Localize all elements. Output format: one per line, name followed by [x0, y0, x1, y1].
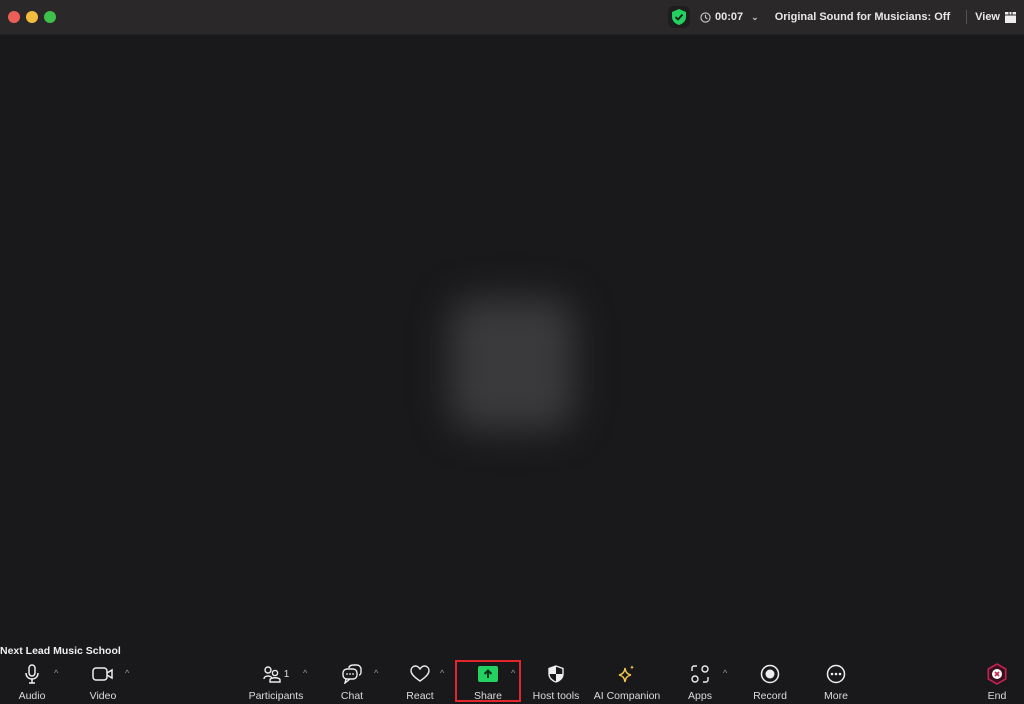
audio-label: Audio [18, 690, 46, 702]
video-options-caret[interactable]: ^ [125, 668, 129, 678]
meeting-info-bar: 00:07 ⌄ Original Sound for Musicians: Of… [668, 4, 1016, 30]
timer-text: 00:07 [715, 11, 744, 23]
meeting-name: Next Lead Music School [0, 645, 121, 657]
host-tools-button[interactable]: Host tools [530, 658, 582, 704]
apps-options-caret[interactable]: ^ [723, 668, 727, 678]
react-button[interactable]: React [402, 658, 438, 704]
meeting-timer[interactable]: 00:07 ⌄ [700, 11, 759, 23]
more-label: More [824, 690, 848, 702]
record-icon [760, 664, 780, 684]
ai-companion-button[interactable]: AI Companion [594, 658, 660, 704]
host-tools-label: Host tools [532, 690, 580, 702]
share-highlight-box [455, 660, 521, 702]
original-sound-toggle[interactable]: Original Sound for Musicians: Off [775, 11, 950, 23]
ai-companion-label: AI Companion [593, 690, 661, 702]
apps-icon [691, 665, 709, 683]
blurred-participant-video [450, 298, 574, 430]
shield-icon [548, 665, 564, 683]
apps-button[interactable]: Apps [682, 658, 718, 704]
end-icon [987, 663, 1007, 685]
heart-icon [410, 665, 430, 682]
record-button[interactable]: Record [750, 658, 790, 704]
participant-count: 1 [283, 668, 290, 680]
divider [966, 10, 968, 24]
microphone-icon [25, 664, 39, 684]
video-label: Video [89, 690, 117, 702]
clock-icon [700, 11, 711, 23]
view-label: View [975, 11, 1000, 23]
video-camera-icon [92, 667, 113, 681]
video-button[interactable]: Video [85, 658, 121, 704]
maximize-window-button[interactable] [44, 11, 56, 23]
chat-icon [342, 664, 362, 684]
react-label: React [406, 690, 434, 702]
close-window-button[interactable] [8, 11, 20, 23]
encryption-badge[interactable] [668, 6, 691, 28]
chevron-down-icon: ⌄ [751, 11, 759, 22]
grid-view-icon [1005, 11, 1016, 23]
title-bar: 00:07 ⌄ Original Sound for Musicians: Of… [0, 0, 1024, 35]
chat-options-caret[interactable]: ^ [374, 668, 378, 678]
more-icon [826, 664, 846, 684]
shield-check-icon [672, 9, 687, 25]
chat-label: Chat [340, 690, 364, 702]
minimize-window-button[interactable] [26, 11, 38, 23]
end-label: End [987, 690, 1007, 702]
participants-button[interactable]: 1 Participants [246, 658, 306, 704]
audio-button[interactable]: Audio [14, 658, 50, 704]
apps-label: Apps [688, 690, 712, 702]
participants-icon [263, 666, 281, 683]
more-button[interactable]: More [818, 658, 854, 704]
record-label: Record [753, 690, 787, 702]
end-button[interactable]: End [980, 658, 1014, 704]
chat-button[interactable]: Chat [334, 658, 370, 704]
participants-label: Participants [248, 690, 304, 702]
view-button[interactable]: View [975, 11, 1016, 23]
audio-options-caret[interactable]: ^ [54, 668, 58, 678]
participants-options-caret[interactable]: ^ [303, 668, 307, 678]
react-options-caret[interactable]: ^ [440, 668, 444, 678]
sparkle-icon [618, 665, 634, 683]
